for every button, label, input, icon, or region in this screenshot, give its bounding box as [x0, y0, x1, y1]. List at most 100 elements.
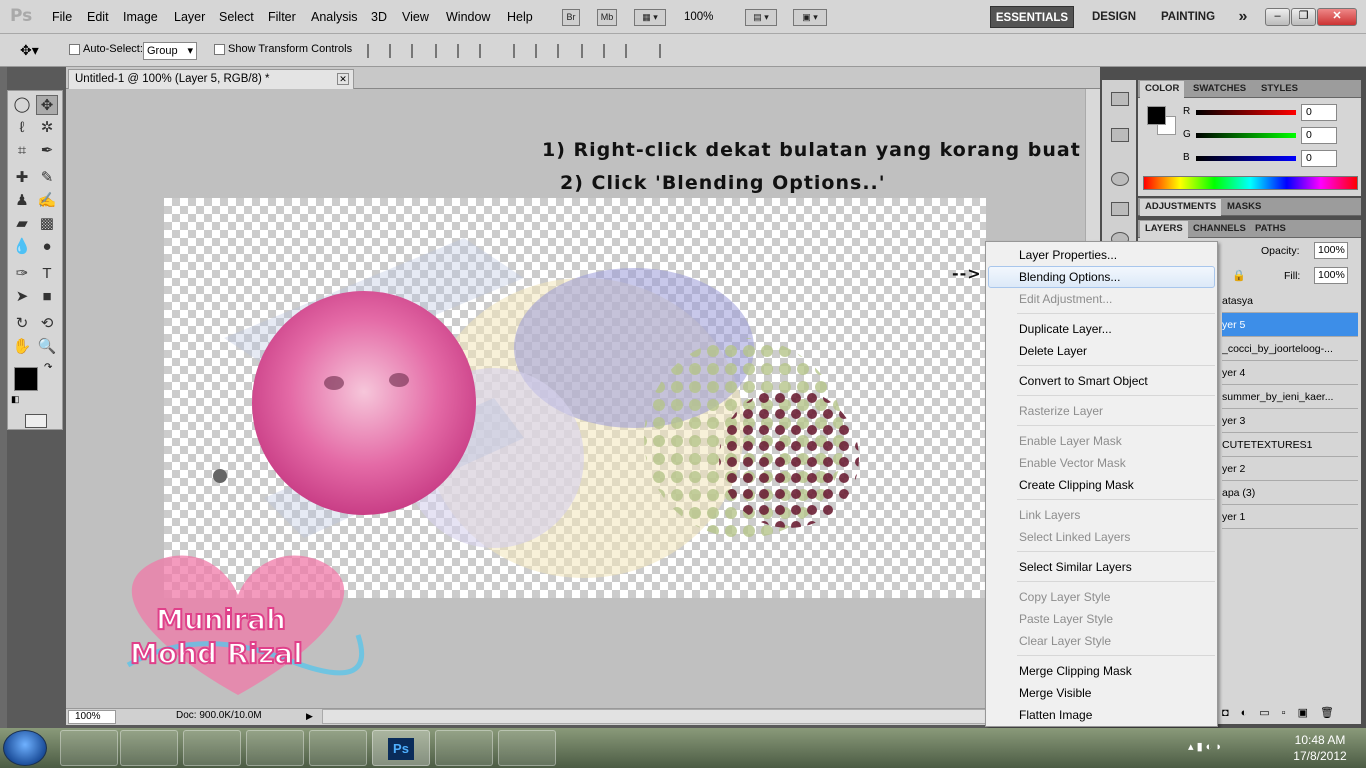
distribute-right-icon[interactable] — [625, 44, 641, 58]
workspace-painting[interactable]: PAINTING — [1153, 6, 1223, 28]
doc-size-info[interactable]: Doc: 900.0K/10.0M — [176, 710, 262, 721]
layer-row[interactable]: yer 3 — [1222, 409, 1358, 433]
horizontal-scrollbar[interactable] — [322, 709, 1042, 724]
tab-color[interactable]: COLOR — [1140, 81, 1185, 98]
system-tray-icons[interactable]: ▴ ▮ ◐ ◗ — [1188, 740, 1222, 753]
layer-row[interactable]: summer_by_ieni_kaer... — [1222, 385, 1358, 409]
menu-file[interactable]: File — [52, 10, 72, 24]
green-value[interactable]: 0 — [1301, 127, 1337, 144]
eraser-tool-icon[interactable]: ▰ — [11, 214, 33, 234]
brush-tool-icon[interactable]: ✎ — [36, 168, 58, 188]
menu-analysis[interactable]: Analysis — [311, 10, 358, 24]
distribute-top-icon[interactable] — [513, 44, 529, 58]
system-clock[interactable]: 10:48 AM 17/8/2012 — [1280, 732, 1360, 764]
tab-layers[interactable]: LAYERS — [1140, 221, 1188, 238]
photoshop-taskbar-button[interactable]: Ps — [372, 730, 430, 766]
menu-edit[interactable]: Edit — [87, 10, 109, 24]
history-panel-icon[interactable] — [1111, 92, 1129, 106]
distribute-left-icon[interactable] — [581, 44, 597, 58]
dodge-tool-icon[interactable]: ● — [36, 237, 58, 257]
start-button[interactable] — [3, 730, 47, 766]
bridge-button[interactable]: Br — [562, 9, 580, 26]
layer-row-selected[interactable]: yer 5 — [1222, 313, 1358, 337]
hand-tool-icon[interactable]: ✋ — [11, 337, 33, 357]
color-spectrum[interactable] — [1143, 176, 1358, 190]
move-tool-preset-icon[interactable]: ✥▾ — [20, 42, 39, 59]
paint-icon[interactable] — [435, 730, 493, 766]
chrome-icon[interactable] — [183, 730, 241, 766]
align-hcenter-icon[interactable] — [457, 44, 473, 58]
auto-align-icon[interactable] — [659, 44, 675, 58]
align-top-icon[interactable] — [367, 44, 383, 58]
default-colors-icon[interactable]: ◧ — [11, 394, 20, 405]
misc-app-icon[interactable] — [498, 730, 556, 766]
blue-value[interactable]: 0 — [1301, 150, 1337, 167]
layer-row[interactable]: CUTETEXTURES1 — [1222, 433, 1358, 457]
auto-select-checkbox[interactable] — [69, 44, 80, 55]
tab-paths[interactable]: PATHS — [1250, 221, 1291, 238]
workspace-essentials[interactable]: ESSENTIALS — [990, 6, 1074, 28]
auto-select-dropdown[interactable]: Group ▾ — [143, 42, 197, 60]
shape-tool-icon[interactable]: ■ — [36, 287, 58, 307]
layer-row[interactable]: _cocci_by_joorteloog-... — [1222, 337, 1358, 361]
zoom-level-dropdown[interactable]: 100% — [684, 11, 713, 23]
skype-icon[interactable] — [309, 730, 367, 766]
crop-tool-icon[interactable]: ⌗ — [11, 141, 33, 161]
quick-mask-icon[interactable] — [25, 414, 47, 428]
eyedropper-tool-icon[interactable]: ✒ — [36, 141, 58, 161]
minimize-icon[interactable]: – — [1265, 8, 1290, 26]
tab-adjustments[interactable]: ADJUSTMENTS — [1140, 199, 1222, 216]
green-slider[interactable] — [1196, 133, 1296, 138]
align-right-icon[interactable] — [479, 44, 495, 58]
info-panel-icon[interactable] — [1111, 202, 1129, 216]
distribute-hcenter-icon[interactable] — [603, 44, 619, 58]
tab-styles[interactable]: STYLES — [1256, 81, 1303, 98]
more-workspaces-button[interactable]: » — [1232, 6, 1254, 28]
menu-window[interactable]: Window — [446, 10, 490, 24]
align-bottom-icon[interactable] — [411, 44, 427, 58]
opacity-input[interactable]: 100% — [1314, 242, 1348, 259]
3d-rotate-tool-icon[interactable]: ↻ — [11, 314, 33, 334]
layers-footer-icons[interactable]: ◘◐▭▫▣🗑 — [1222, 706, 1358, 722]
red-value[interactable]: 0 — [1301, 104, 1337, 121]
show-transform-checkbox[interactable] — [214, 44, 225, 55]
fill-input[interactable]: 100% — [1314, 267, 1348, 284]
align-left-icon[interactable] — [435, 44, 451, 58]
align-vcenter-icon[interactable] — [389, 44, 405, 58]
menu-item-create-clipping-mask[interactable]: Create Clipping Mask — [988, 474, 1215, 496]
foreground-color-swatch[interactable] — [14, 367, 38, 391]
blur-tool-icon[interactable]: 💧 — [11, 237, 33, 257]
arrange-documents-button[interactable]: ▤ ▾ — [745, 9, 777, 26]
layer-row[interactable]: yer 4 — [1222, 361, 1358, 385]
media-player-icon[interactable] — [120, 730, 178, 766]
screen-mode-button[interactable]: ▣ ▾ — [793, 9, 827, 26]
close-tab-icon[interactable]: ✕ — [337, 73, 349, 85]
menu-item-layer-properties[interactable]: Layer Properties... — [988, 244, 1215, 266]
status-menu-arrow[interactable]: ▶ — [306, 709, 318, 724]
magic-wand-tool-icon[interactable]: ✲ — [36, 118, 58, 138]
mini-bridge-button[interactable]: Mb — [597, 9, 617, 26]
explorer-icon[interactable] — [60, 730, 118, 766]
view-extras-button[interactable]: ▦ ▾ — [634, 9, 666, 26]
restore-icon[interactable]: ❐ — [1291, 8, 1316, 26]
menu-view[interactable]: View — [402, 10, 429, 24]
document-canvas[interactable] — [164, 198, 986, 598]
tab-swatches[interactable]: SWATCHES — [1188, 81, 1251, 98]
layer-row[interactable]: yer 2 — [1222, 457, 1358, 481]
path-selection-tool-icon[interactable]: ➤ — [11, 287, 33, 307]
navigator-panel-icon[interactable] — [1111, 172, 1129, 186]
marquee-tool-icon[interactable]: ◯ — [11, 95, 33, 115]
close-icon[interactable]: ✕ — [1317, 8, 1357, 26]
menu-image[interactable]: Image — [123, 10, 158, 24]
layer-row[interactable]: atasya — [1222, 289, 1358, 313]
panel-foreground-swatch[interactable] — [1147, 106, 1166, 125]
lasso-tool-icon[interactable]: ℓ — [11, 118, 33, 138]
healing-brush-tool-icon[interactable]: ✚ — [11, 168, 33, 188]
gradient-tool-icon[interactable]: ▩ — [36, 214, 58, 234]
3d-orbit-tool-icon[interactable]: ⟲ — [36, 314, 58, 334]
blue-slider[interactable] — [1196, 156, 1296, 161]
tab-channels[interactable]: CHANNELS — [1188, 221, 1251, 238]
ie-icon[interactable] — [246, 730, 304, 766]
menu-layer[interactable]: Layer — [174, 10, 205, 24]
actions-panel-icon[interactable] — [1111, 128, 1129, 142]
